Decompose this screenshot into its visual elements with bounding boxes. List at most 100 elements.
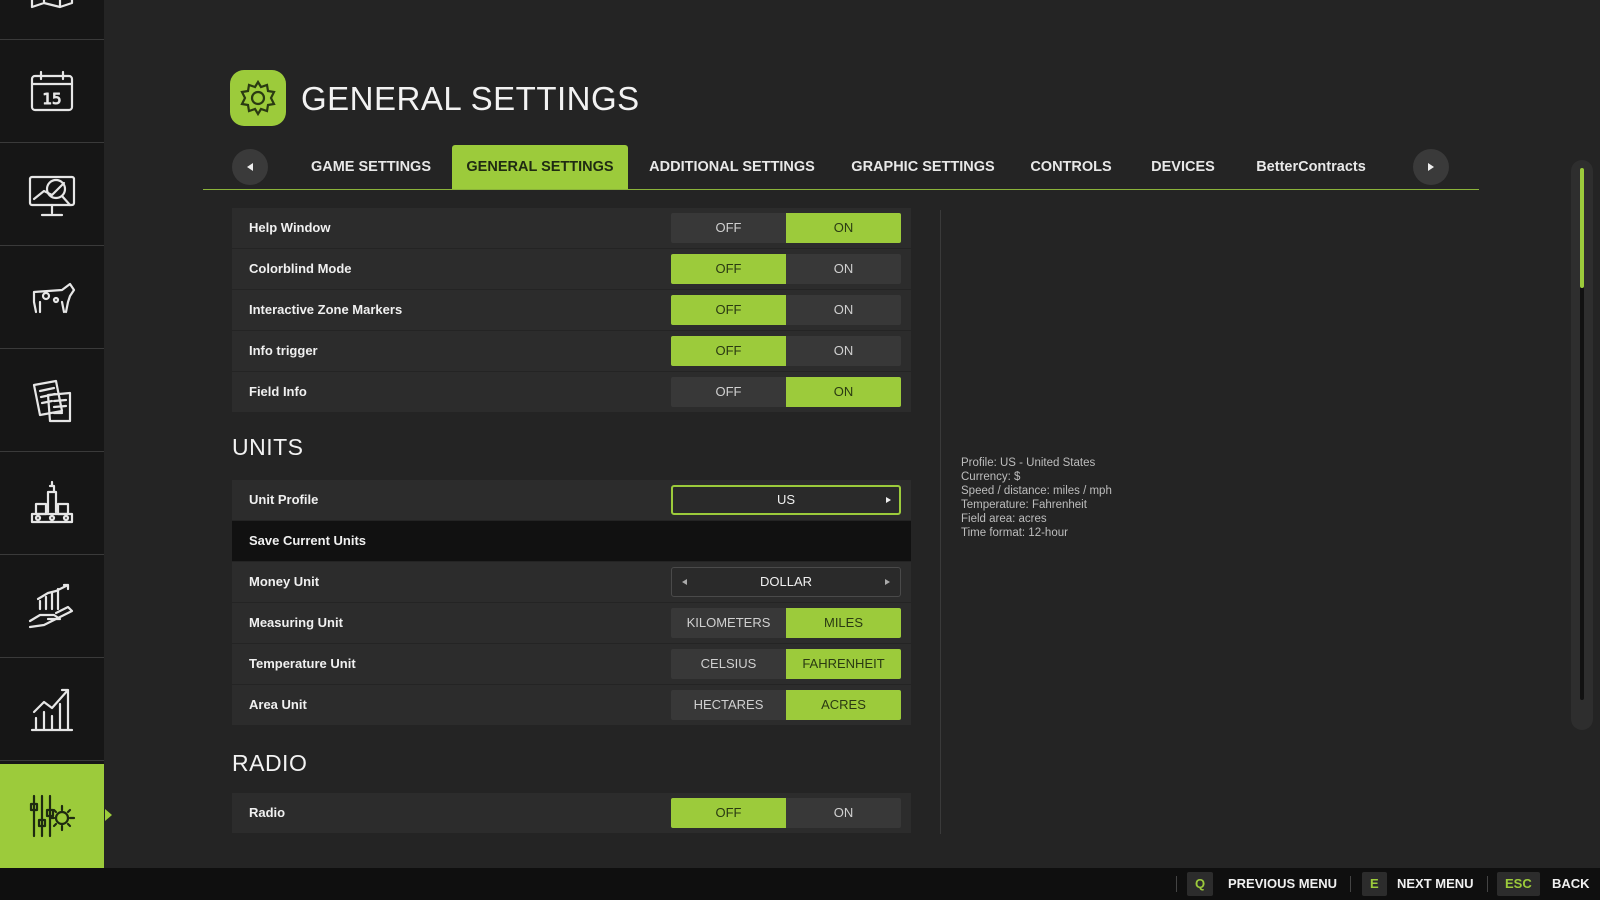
setting-row-info-trigger: Info trigger OFF ON [232,331,911,371]
radio-on-option[interactable]: ON [786,798,901,828]
radio-toggle: OFF ON [671,798,901,828]
chevron-left-icon [247,163,253,171]
zone-markers-on-option[interactable]: ON [786,295,901,325]
sidebar: 15 [0,0,112,868]
tab-bettercontracts[interactable]: BetterContracts [1246,145,1376,189]
setting-label: Help Window [249,220,331,235]
setting-label: Money Unit [249,574,320,589]
field-info-on-option[interactable]: ON [786,377,901,407]
next-menu-key[interactable]: E [1362,872,1387,896]
prev-menu-key[interactable]: Q [1187,872,1214,896]
setting-row-money-unit: Money Unit DOLLAR [232,562,911,602]
tab-controls[interactable]: CONTROLS [1022,145,1120,189]
field-info-toggle: OFF ON [671,377,901,407]
sidebar-item-statistics[interactable] [0,659,104,761]
contracts-icon [32,379,72,422]
setting-label: Temperature Unit [249,656,356,671]
tab-general-settings[interactable]: GENERAL SETTINGS [452,145,628,189]
temperature-unit-toggle: CELSIUS FAHRENHEIT [671,649,901,679]
chevron-right-icon [886,497,891,503]
save-current-units-button[interactable]: Save Current Units [232,521,911,561]
radio-off-option[interactable]: OFF [671,798,786,828]
info-trigger-off-option[interactable]: OFF [671,336,786,366]
svg-text:15: 15 [42,90,61,108]
sidebar-item-settings[interactable] [0,764,112,868]
sidebar-item-map[interactable] [0,0,104,40]
panel-divider [940,210,941,834]
statistics-icon [30,688,74,731]
production-icon [30,480,74,523]
kilometers-option[interactable]: KILOMETERS [671,608,786,638]
help-window-toggle: OFF ON [671,213,901,243]
setting-row-temperature-unit: Temperature Unit CELSIUS FAHRENHEIT [232,644,911,684]
help-window-on-option[interactable]: ON [786,213,901,243]
info-line: Time format: 12-hour [961,527,1068,539]
settings-panel: Help Window OFF ON Colorblind Mode OFF O… [232,208,911,833]
scrollbar-thumb[interactable] [1580,168,1584,288]
acres-option[interactable]: ACRES [786,690,901,720]
hectares-option[interactable]: HECTARES [671,690,786,720]
field-info-off-option[interactable]: OFF [671,377,786,407]
sidebar-item-production[interactable] [0,453,104,555]
area-unit-toggle: HECTARES ACRES [671,690,901,720]
footer-divider [1487,876,1488,892]
sidebar-item-contracts[interactable] [0,350,104,452]
unit-profile-description: Profile: US - United States Currency: $ … [961,456,1112,540]
back-button[interactable]: BACK [1552,872,1590,896]
section-heading-units: UNITS [232,434,304,460]
page-icon [230,70,286,126]
chevron-right-icon [1428,163,1434,171]
miles-option[interactable]: MILES [786,608,901,638]
active-indicator [105,809,112,821]
info-line: Speed / distance: miles / mph [961,485,1112,497]
unit-profile-value: US [776,492,796,507]
info-line: Field area: acres [961,513,1047,525]
footer-divider [1176,876,1177,892]
colorblind-toggle: OFF ON [671,254,901,284]
colorblind-on-option[interactable]: ON [786,254,901,284]
tab-next-button[interactable] [1413,149,1449,185]
stepper-left-arrow-icon[interactable] [682,579,687,585]
settings-icon [29,794,76,838]
help-window-off-option[interactable]: OFF [671,213,786,243]
setting-label: Save Current Units [249,533,367,548]
setting-row-area-unit: Area Unit HECTARES ACRES [232,685,911,725]
tab-additional-settings[interactable]: ADDITIONAL SETTINGS [640,145,824,189]
monitor-chart-icon [28,175,76,216]
setting-label: Unit Profile [249,492,319,507]
footer-bar: Q PREVIOUS MENU E NEXT MENU ESC BACK [0,868,1600,900]
zone-markers-toggle: OFF ON [671,295,901,325]
gear-icon [240,79,276,117]
back-key[interactable]: ESC [1497,872,1540,896]
fahrenheit-option[interactable]: FAHRENHEIT [786,649,901,679]
info-trigger-toggle: OFF ON [671,336,901,366]
stepper-right-arrow-icon[interactable] [885,579,890,585]
unit-profile-select[interactable]: US [671,485,901,515]
colorblind-off-option[interactable]: OFF [671,254,786,284]
map-icon [30,0,74,8]
setting-row-field-info: Field Info OFF ON [232,372,911,412]
celsius-option[interactable]: CELSIUS [671,649,786,679]
setting-label: Colorblind Mode [249,261,352,276]
info-trigger-on-option[interactable]: ON [786,336,901,366]
setting-row-colorblind: Colorblind Mode OFF ON [232,249,911,289]
zone-markers-off-option[interactable]: OFF [671,295,786,325]
sidebar-item-monitor[interactable] [0,144,104,246]
tab-graphic-settings[interactable]: GRAPHIC SETTINGS [844,145,1002,189]
setting-label: Radio [249,805,286,820]
tab-prev-button[interactable] [232,149,268,185]
next-menu-button[interactable]: NEXT MENU [1397,872,1474,896]
tab-game-settings[interactable]: GAME SETTINGS [298,145,444,189]
prev-menu-button[interactable]: PREVIOUS MENU [1228,872,1337,896]
tab-bar: GAME SETTINGS GENERAL SETTINGS ADDITIONA… [203,145,1479,190]
info-line: Profile: US - United States [961,457,1096,469]
finance-icon [28,583,74,628]
setting-label: Info trigger [249,343,318,358]
setting-label: Area Unit [249,697,307,712]
sidebar-item-animals[interactable] [0,247,104,349]
section-heading-radio: RADIO [232,750,308,776]
sidebar-item-finance[interactable] [0,556,104,658]
setting-label: Field Info [249,384,307,399]
sidebar-item-calendar[interactable]: 15 [0,41,104,143]
tab-devices[interactable]: DEVICES [1140,145,1226,189]
